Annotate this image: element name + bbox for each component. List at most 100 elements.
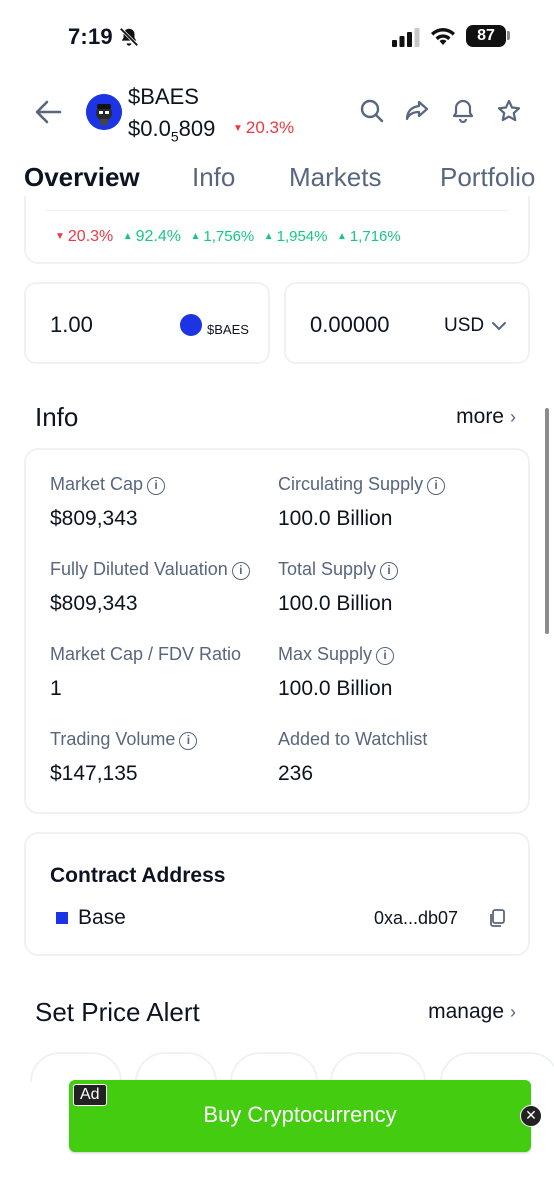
stat-value: 100.0 Billion [278,592,393,615]
down-triangle-icon: ▼ [233,123,243,134]
info-icon[interactable]: i [376,647,395,665]
info-icon[interactable]: i [147,477,166,495]
stat-value: 1 [50,677,62,700]
price-prefix: $0.0 [128,116,171,141]
more-label: more [456,405,504,428]
tab-overview[interactable]: Overview [24,162,140,193]
tab-info[interactable]: Info [192,162,235,193]
ad-text[interactable]: Buy Cryptocurrency [69,1102,531,1128]
stat-label: Trading Volume i [50,729,270,750]
stat-market-cap: Market Cap i $809,343 [50,474,270,531]
base-chain-icon [56,912,68,924]
converter-currency-input[interactable]: 0.00000 USD [284,282,530,364]
stat-value: 100.0 Billion [278,507,393,530]
chevron-right-icon: › [510,1002,516,1022]
coin-logo [86,94,122,130]
stat-value: 236 [278,762,314,785]
perf-item: ▲ 1,954% [264,228,328,245]
alert-chip[interactable] [440,1052,554,1082]
converter-coin-input[interactable]: 1.00 $BAES [24,282,270,364]
status-time: 7:19 [68,24,113,49]
stat-trading-volume: Trading Volume i $147,135 [50,729,270,786]
alert-chip[interactable] [230,1052,318,1082]
share-icon[interactable] [404,98,430,124]
stat-label-text: Circulating Supply [278,474,424,494]
perf-value: 1,756% [203,228,255,245]
divider [46,210,508,211]
coin-logo-small [180,314,202,336]
manage-label: manage [428,1000,504,1023]
stat-label-text: Total Supply [278,559,377,579]
stat-label: Added to Watchlist [278,729,428,749]
search-icon[interactable] [359,98,385,124]
battery-tip [507,31,510,40]
scrollbar[interactable] [545,408,549,634]
down-triangle-icon: ▼ [55,231,65,242]
converter-result[interactable]: 0.00000 [310,312,390,338]
perf-value: 1,954% [276,228,328,245]
stat-value: $809,343 [50,507,138,530]
stat-fdv: Fully Diluted Valuation i $809,343 [50,559,270,616]
chevron-down-icon[interactable] [491,318,507,334]
perf-value: 20.3% [67,228,114,245]
tab-portfolio[interactable]: Portfolio [440,162,535,193]
up-triangle-icon: ▲ [190,231,201,242]
coin-name: $BAES [128,84,199,109]
stat-value: $147,135 [50,762,138,785]
more-link[interactable]: more › [456,405,516,429]
stat-label: Circulating Supply i [278,474,498,495]
ad-banner[interactable]: Ad Buy Cryptocurrency [69,1080,531,1152]
stat-max-supply: Max Supply i 100.0 Billion [278,644,498,701]
converter-coin-symbol: $BAES [207,322,249,337]
stat-label: Max Supply i [278,644,498,665]
alert-chip[interactable] [135,1052,217,1082]
info-icon[interactable]: i [179,732,198,750]
price-alert-title: Set Price Alert [35,997,200,1027]
perf-value: 1,716% [349,228,401,245]
stat-total-supply: Total Supply i 100.0 Billion [278,559,498,616]
up-triangle-icon: ▲ [263,231,274,242]
contract-card: Contract Address Base 0xa...db07 [24,832,530,956]
stat-label: Market Cap i [50,474,270,495]
alert-chip[interactable] [30,1052,122,1082]
info-icon[interactable]: i [380,562,399,580]
close-icon[interactable]: ✕ [520,1105,542,1127]
coin-header: $BAES $0.05809 ▼ 20.3% [0,78,554,148]
back-arrow-icon[interactable] [30,94,66,130]
bell-icon[interactable] [450,98,476,124]
info-title: Info [35,402,79,432]
tab-markets[interactable]: Markets [289,162,381,193]
price-change: ▼ 20.3% [233,118,294,138]
stat-value: $809,343 [50,592,138,615]
battery-icon: 87 [466,25,506,47]
contract-address[interactable]: 0xa...db07 [374,908,458,929]
stat-label-text: Market Cap [50,474,144,494]
stat-label: Market Cap / FDV Ratio [50,644,242,664]
stat-label: Fully Diluted Valuation i [50,559,270,580]
stat-label-text: Fully Diluted Valuation [50,559,228,579]
info-icon[interactable]: i [427,477,446,495]
star-icon[interactable] [496,98,522,124]
copy-icon[interactable] [487,908,507,928]
perf-value: 92.4% [135,228,182,245]
currency-select[interactable]: USD [444,315,484,337]
bell-slash-icon [119,27,139,47]
up-triangle-icon: ▲ [336,231,347,242]
contract-title: Contract Address [50,864,226,887]
alert-chip[interactable] [330,1052,426,1082]
wifi-icon [431,28,455,45]
price-change-value: 20.3% [245,118,295,137]
stat-value: 100.0 Billion [278,677,393,700]
chain-name: Base [78,906,126,929]
info-icon[interactable]: i [231,562,250,580]
stat-circulating-supply: Circulating Supply i 100.0 Billion [278,474,498,531]
perf-item: ▲ 1,756% [190,228,254,245]
stat-watchlist: Added to Watchlist 236 [278,729,498,786]
manage-link[interactable]: manage › [428,1000,516,1024]
converter-amount[interactable]: 1.00 [50,312,93,338]
chevron-right-icon: › [510,407,516,427]
alert-chip-row [0,1052,554,1082]
cellular-signal-icon [392,28,420,47]
perf-item: ▲ 1,716% [337,228,401,245]
stat-mcap-fdv-ratio: Market Cap / FDV Ratio 1 [50,644,270,701]
